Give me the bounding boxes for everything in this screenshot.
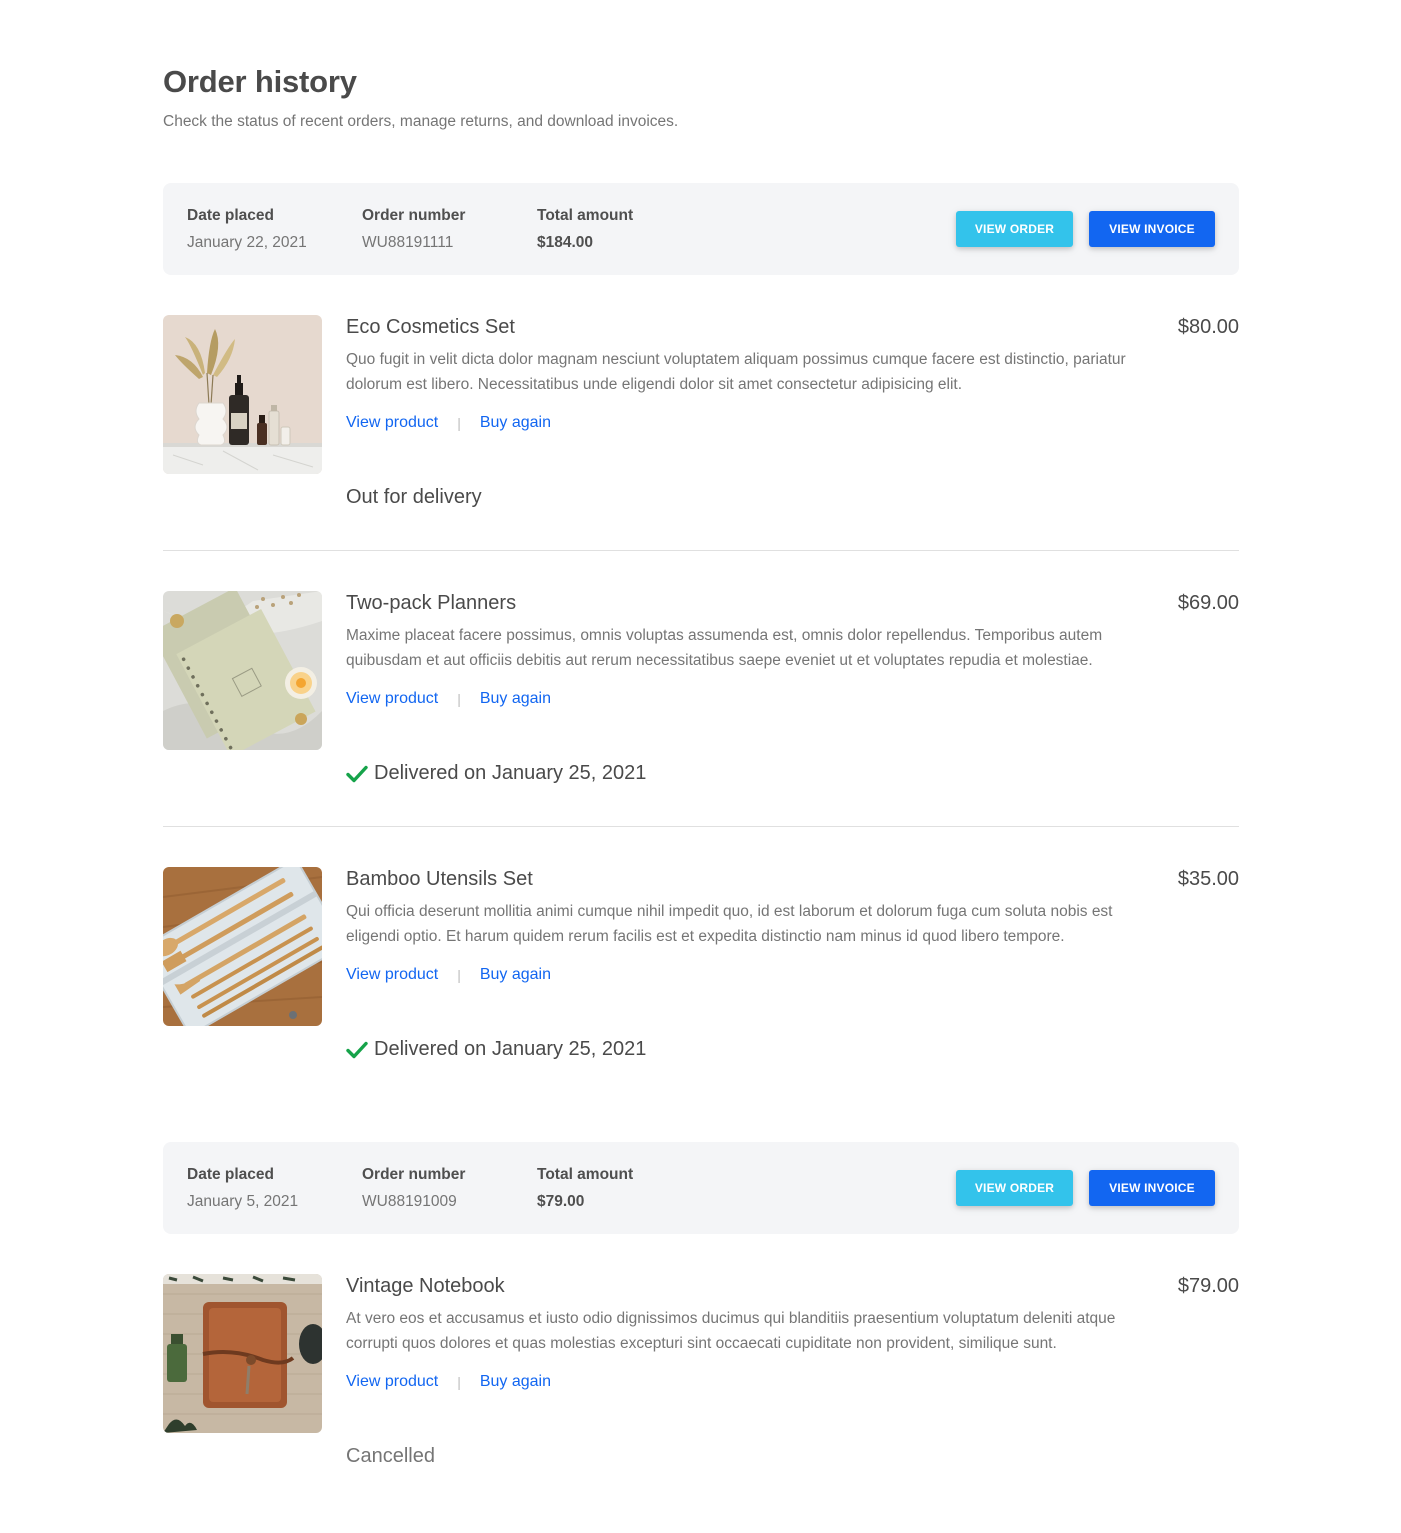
date-placed-label: Date placed [187, 207, 275, 224]
product-description: Maxime placeat facere possimus, omnis vo… [346, 627, 1103, 669]
order-number-value: WU88191111 [362, 234, 454, 251]
delivery-status: Out for delivery [346, 486, 482, 509]
status-text: Out for delivery [346, 486, 482, 508]
cosmetics-photo [163, 315, 322, 474]
status-text: Delivered on January 25, 2021 [374, 762, 647, 784]
date-placed: Date placed January 22, 2021 [187, 207, 307, 252]
order-number: Order number WU88191111 [362, 207, 465, 252]
total-amount-value: $184.00 [537, 234, 594, 251]
product-price: $69.00 [1177, 592, 1239, 614]
product-name: Bamboo Utensils Set [346, 868, 533, 890]
view-order-button[interactable]: VIEW ORDER [956, 1170, 1073, 1206]
product-name: Two-pack Planners [346, 592, 517, 614]
product-description: Qui officia deserunt mollitia animi cumq… [346, 903, 1113, 945]
check-icon [346, 765, 368, 782]
delivery-status: Delivered on January 25, 2021 [346, 762, 646, 785]
status-text: Delivered on January 25, 2021 [374, 1038, 647, 1060]
view-product-link[interactable]: View product [346, 690, 438, 708]
product-price: $80.00 [1177, 316, 1239, 338]
buy-again-link[interactable]: Buy again [480, 966, 551, 984]
product-price: $35.00 [1177, 868, 1239, 890]
total-amount: Total amount $184.00 [537, 207, 633, 252]
link-separator: | [457, 415, 461, 431]
check-icon [346, 1041, 368, 1058]
order-summary: Date placed January 22, 2021 Order numbe… [163, 183, 1239, 275]
date-placed-label: Date placed [187, 1166, 275, 1183]
product-description: Quo fugit in velit dicta dolor magnam ne… [346, 351, 1126, 393]
view-invoice-button[interactable]: VIEW INVOICE [1089, 1170, 1215, 1206]
view-product-link[interactable]: View product [346, 1373, 438, 1391]
link-separator: | [457, 967, 461, 983]
product-actions: View product | Buy again [346, 966, 551, 984]
date-placed: Date placed January 5, 2021 [187, 1166, 298, 1211]
date-placed-value: January 22, 2021 [187, 234, 307, 251]
buy-again-link[interactable]: Buy again [480, 1373, 551, 1391]
status-text: Cancelled [346, 1445, 435, 1467]
order-number-value: WU88191009 [362, 1193, 457, 1210]
buy-again-link[interactable]: Buy again [480, 414, 551, 432]
product-name: Vintage Notebook [346, 1275, 505, 1297]
product-price: $79.00 [1177, 1275, 1239, 1297]
utensils-photo [163, 867, 322, 1026]
product-image[interactable] [163, 1274, 322, 1433]
total-amount-label: Total amount [537, 1166, 634, 1183]
order-history-page: Order history Check the status of recent… [0, 0, 1401, 1533]
divider [163, 550, 1239, 551]
product-actions: View product | Buy again [346, 690, 551, 708]
product-image[interactable] [163, 867, 322, 1026]
page-title: Order history [163, 64, 357, 99]
order-summary: Date placed January 5, 2021 Order number… [163, 1142, 1239, 1234]
planner-photo [163, 591, 322, 750]
buy-again-link[interactable]: Buy again [480, 690, 551, 708]
view-product-link[interactable]: View product [346, 414, 438, 432]
date-placed-value: January 5, 2021 [187, 1193, 299, 1210]
product-name: Eco Cosmetics Set [346, 316, 515, 338]
product-image[interactable] [163, 315, 322, 474]
product-actions: View product | Buy again [346, 414, 551, 432]
view-invoice-button[interactable]: VIEW INVOICE [1089, 211, 1215, 247]
divider [163, 826, 1239, 827]
view-product-link[interactable]: View product [346, 966, 438, 984]
order-number-label: Order number [362, 207, 466, 224]
delivery-status: Cancelled [346, 1445, 435, 1468]
product-image[interactable] [163, 591, 322, 750]
notebook-photo [163, 1274, 322, 1433]
total-amount-label: Total amount [537, 207, 634, 224]
link-separator: | [457, 691, 461, 707]
total-amount: Total amount $79.00 [537, 1166, 633, 1211]
view-order-button[interactable]: VIEW ORDER [956, 211, 1073, 247]
total-amount-value: $79.00 [537, 1193, 585, 1210]
page-subtitle: Check the status of recent orders, manag… [163, 113, 679, 130]
delivery-status: Delivered on January 25, 2021 [346, 1038, 646, 1061]
product-description: At vero eos et accusamus et iusto odio d… [346, 1310, 1116, 1352]
link-separator: | [457, 1374, 461, 1390]
order-number: Order number WU88191009 [362, 1166, 465, 1211]
product-actions: View product | Buy again [346, 1373, 551, 1391]
order-number-label: Order number [362, 1166, 466, 1183]
